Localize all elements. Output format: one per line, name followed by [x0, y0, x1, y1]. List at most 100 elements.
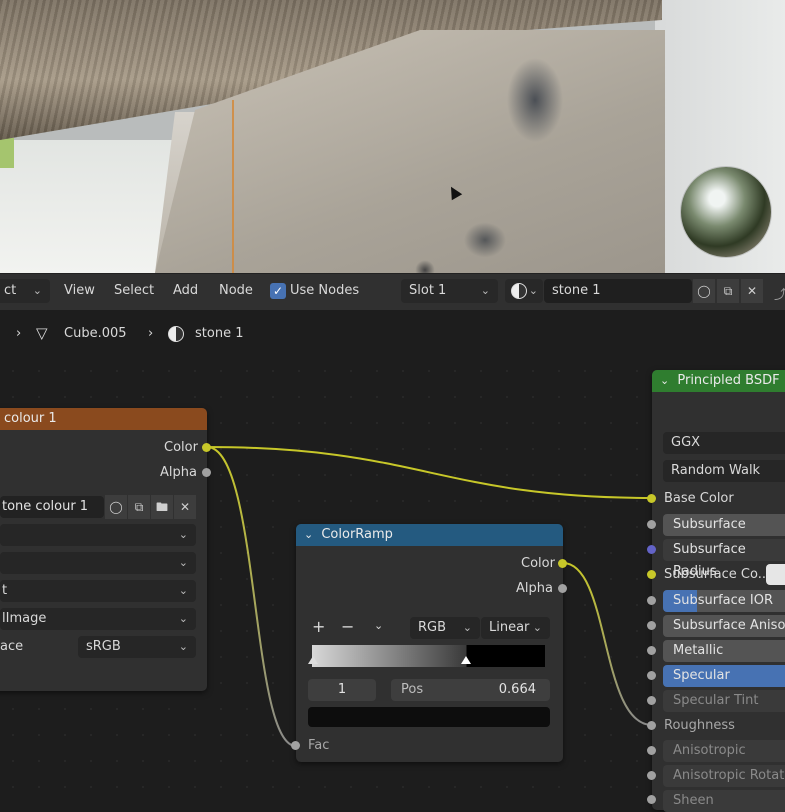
- anisotropic-rotation-label: Anisotropic Rotatio: [673, 768, 785, 783]
- subsurface-label: Subsurface: [673, 517, 746, 532]
- bsdf-node-header[interactable]: ⌄ Principled BSDF: [652, 370, 785, 392]
- image-name-field[interactable]: tone colour 1: [0, 496, 104, 518]
- source-dropdown[interactable]: lImage ⌄: [0, 608, 196, 630]
- chevron-down-icon[interactable]: ⌄: [660, 374, 669, 387]
- subsurface-anisotropy-socket[interactable]: [647, 621, 656, 630]
- input-specular[interactable]: Specular: [663, 665, 785, 687]
- color-mode-dropdown[interactable]: RGB ⌄: [410, 617, 480, 639]
- chevron-down-icon: ⌄: [462, 621, 472, 634]
- input-sheen[interactable]: Sheen: [663, 790, 785, 812]
- chevron-down-icon[interactable]: ⌄: [374, 619, 383, 632]
- pin-icon[interactable]: ⤴: [774, 284, 785, 303]
- extension-dropdown[interactable]: t ⌄: [0, 580, 196, 602]
- subsurface-radius-socket[interactable]: [647, 545, 656, 554]
- 3d-viewport[interactable]: [0, 0, 785, 273]
- stop-color-swatch[interactable]: [308, 707, 550, 727]
- stop-position-field[interactable]: Pos 0.664: [391, 679, 550, 701]
- pos-value: 0.664: [498, 682, 536, 697]
- add-stop-icon[interactable]: +: [312, 617, 325, 636]
- specular-label: Specular: [673, 668, 730, 683]
- subsurface-color-socket[interactable]: [647, 570, 656, 579]
- subsurface-color-swatch[interactable]: [766, 564, 785, 585]
- input-subsurface-radius[interactable]: Subsurface Radius: [663, 539, 785, 579]
- duplicate-image-icon[interactable]: ⧉: [128, 495, 150, 519]
- input-subsurface[interactable]: Subsurface: [663, 514, 785, 536]
- output-alpha-socket[interactable]: [202, 468, 211, 477]
- ramp-output-color-socket[interactable]: [558, 559, 567, 568]
- menu-select[interactable]: Select: [114, 283, 154, 298]
- output-color-socket[interactable]: [202, 443, 211, 452]
- metallic-label: Metallic: [673, 643, 724, 658]
- fake-user-shield-icon[interactable]: ◯: [105, 495, 127, 519]
- pos-label: Pos: [401, 682, 424, 697]
- input-subsurface-ior[interactable]: Subsurface IOR: [663, 590, 785, 612]
- output-color-label: Color: [164, 440, 198, 455]
- specular-tint-label: Specular Tint: [673, 693, 759, 708]
- chevron-down-icon[interactable]: ⌄: [304, 528, 313, 541]
- color-ramp-gradient[interactable]: [312, 645, 545, 667]
- specular-socket[interactable]: [647, 671, 656, 680]
- interpolation-mode-dropdown[interactable]: Linear ⌄: [481, 617, 550, 639]
- subsurface-method-dropdown[interactable]: Random Walk: [663, 460, 785, 482]
- input-subsurface-color: Subsurface Co...: [664, 567, 771, 582]
- unlink-material-close-icon[interactable]: ✕: [741, 279, 763, 303]
- editor-mode-dropdown[interactable]: ct ⌄: [0, 279, 50, 303]
- use-nodes-checkbox[interactable]: ✓: [270, 283, 286, 299]
- input-specular-tint[interactable]: Specular Tint: [663, 690, 785, 712]
- mesh-icon: ▽: [36, 324, 48, 342]
- ramp-output-color-label: Color: [521, 556, 555, 571]
- image-name: tone colour 1: [2, 499, 89, 514]
- breadcrumb-material[interactable]: stone 1: [195, 326, 243, 341]
- selection-outline: [232, 100, 234, 273]
- anisotropic-socket[interactable]: [647, 746, 656, 755]
- projection-dropdown[interactable]: ⌄: [0, 552, 196, 574]
- base-color-socket[interactable]: [647, 494, 656, 503]
- remove-stop-icon[interactable]: −: [341, 617, 354, 636]
- image-node-header[interactable]: colour 1: [0, 408, 207, 430]
- menu-view[interactable]: View: [64, 283, 95, 298]
- ramp-stop-handle-0[interactable]: [308, 656, 318, 664]
- distribution-value: GGX: [671, 435, 701, 450]
- specular-tint-socket[interactable]: [647, 696, 656, 705]
- extension-value: t: [2, 583, 8, 598]
- unlink-image-close-icon[interactable]: ✕: [174, 495, 196, 519]
- subsurface-ior-socket[interactable]: [647, 596, 656, 605]
- colorspace-dropdown[interactable]: sRGB ⌄: [78, 636, 196, 658]
- breadcrumb-object[interactable]: Cube.005: [64, 326, 127, 341]
- fake-user-shield-icon[interactable]: ◯: [693, 279, 715, 303]
- interpolation-dropdown[interactable]: ⌄: [0, 524, 196, 546]
- use-nodes-label: Use Nodes: [290, 283, 360, 298]
- chevron-down-icon: ⌄: [480, 284, 490, 297]
- stop-index-field[interactable]: 1: [308, 679, 376, 701]
- subsurface-socket[interactable]: [647, 520, 656, 529]
- input-anisotropic[interactable]: Anisotropic: [663, 740, 785, 762]
- chevron-down-icon: ⌄: [178, 640, 188, 653]
- bsdf-node-title: Principled BSDF: [677, 373, 780, 388]
- duplicate-material-icon[interactable]: ⧉: [717, 279, 739, 303]
- metallic-socket[interactable]: [647, 646, 656, 655]
- input-subsurface-anisotropy[interactable]: Subsurface Anisotr: [663, 615, 785, 637]
- material-browse-button[interactable]: ⌄: [505, 279, 543, 303]
- subsurface-method-value: Random Walk: [671, 463, 761, 478]
- chevron-down-icon: ⌄: [528, 284, 538, 297]
- ramp-output-alpha-socket[interactable]: [558, 584, 567, 593]
- chevron-right-icon: ›: [148, 326, 154, 341]
- fac-input-socket[interactable]: [291, 741, 300, 750]
- menu-node[interactable]: Node: [219, 283, 253, 298]
- slot-value: Slot 1: [409, 283, 447, 298]
- viewport-green-object: [0, 138, 14, 168]
- slot-dropdown[interactable]: Slot 1 ⌄: [401, 279, 498, 303]
- image-node-title: colour 1: [4, 411, 57, 426]
- open-folder-icon[interactable]: 🖿: [151, 495, 173, 519]
- input-metallic[interactable]: Metallic: [663, 640, 785, 662]
- menu-add[interactable]: Add: [173, 283, 198, 298]
- chevron-down-icon: ⌄: [178, 612, 188, 625]
- material-name-field[interactable]: stone 1: [544, 279, 692, 303]
- colorramp-node-header[interactable]: ⌄ ColorRamp: [296, 524, 563, 546]
- distribution-dropdown[interactable]: GGX: [663, 432, 785, 454]
- input-anisotropic-rotation[interactable]: Anisotropic Rotatio: [663, 765, 785, 787]
- roughness-socket[interactable]: [647, 721, 656, 730]
- ramp-stop-handle-1[interactable]: [461, 656, 471, 664]
- colorspace-label: ace: [0, 639, 24, 654]
- anisotropic-rotation-socket[interactable]: [647, 771, 656, 780]
